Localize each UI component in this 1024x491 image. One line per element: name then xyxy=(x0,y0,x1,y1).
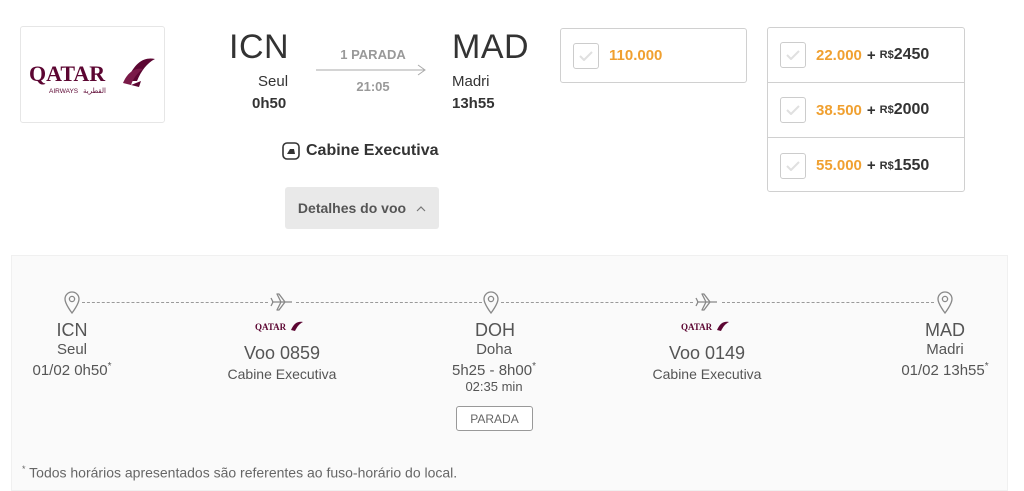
select-checkbox[interactable] xyxy=(780,97,806,123)
qatar-mini-logo: QATAR xyxy=(255,321,303,332)
svg-text:QATAR: QATAR xyxy=(681,322,713,332)
timeline-segment xyxy=(82,302,268,303)
price-option[interactable]: 55.000 + R$ 1550 xyxy=(768,138,964,193)
timeline-dest-date: 01/02 13h55* xyxy=(901,361,989,379)
check-icon xyxy=(579,50,593,61)
price-option[interactable]: 22.000 + R$ 2450 xyxy=(768,28,964,83)
airline-logo-box: QATAR AIRWAYS القطرية xyxy=(20,26,165,123)
plane-icon xyxy=(695,293,717,311)
flight-details-button[interactable]: Detalhes do voo xyxy=(285,187,439,229)
miles-only-price-option[interactable]: 110.000 xyxy=(560,28,747,83)
select-checkbox[interactable] xyxy=(780,152,806,179)
logo-subtitle: AIRWAYS xyxy=(49,88,79,95)
plus-sign: + xyxy=(866,101,876,119)
option-money: 2450 xyxy=(893,46,930,63)
dest-code: MAD xyxy=(452,28,530,66)
timeline-segment xyxy=(296,302,482,303)
details-button-label: Detalhes do voo xyxy=(297,200,407,216)
currency-symbol: R$ xyxy=(879,159,894,172)
layover-duration: 02:35 min xyxy=(465,379,523,394)
timeline-dest-city: Madri xyxy=(926,341,964,358)
logo-wordmark: QATAR xyxy=(29,61,106,86)
price-option[interactable]: 38.500 + R$ 2000 xyxy=(768,83,964,138)
logo-arabic: القطرية xyxy=(83,87,106,95)
qatar-mini-logo: QATAR xyxy=(681,321,729,332)
flight-number: Voo 0149 xyxy=(668,343,746,363)
select-checkbox[interactable] xyxy=(573,42,599,69)
chevron-up-icon xyxy=(416,205,426,211)
flight-duration: 21:05 xyxy=(356,79,390,94)
miles-plus-money-options: 22.000 + R$ 2450 38.500 + R$ 2000 55.000… xyxy=(767,27,965,192)
timezone-footnote: * Todos horários apresentados são refere… xyxy=(22,464,458,481)
origin-code: ICN xyxy=(229,28,290,66)
timeline-stop-code: DOH xyxy=(475,320,515,340)
seat-icon xyxy=(282,142,300,160)
location-pin-icon xyxy=(483,291,499,314)
location-pin-icon xyxy=(937,291,953,314)
cabin-label: Cabine Executiva xyxy=(306,142,439,159)
dest-time: 13h55 xyxy=(452,95,495,112)
timeline-origin-city: Seul xyxy=(56,341,88,358)
location-pin-icon xyxy=(64,291,80,314)
flight-cabin: Cabine Executiva xyxy=(227,366,337,382)
timeline-segment xyxy=(722,302,934,303)
timeline-origin-date: 01/02 0h50* xyxy=(32,361,112,379)
origin-time: 0h50 xyxy=(252,95,287,112)
timeline-segment xyxy=(501,302,693,303)
svg-text:QATAR: QATAR xyxy=(255,322,287,332)
plus-sign: + xyxy=(866,157,876,174)
qatar-airways-logo: QATAR AIRWAYS القطرية xyxy=(29,58,155,95)
flight-number: Voo 0859 xyxy=(243,343,321,363)
option-money: 2000 xyxy=(893,101,930,118)
route-arrow-icon xyxy=(316,64,426,76)
check-icon xyxy=(786,105,800,115)
check-icon xyxy=(786,50,800,60)
option-miles: 38.500 xyxy=(816,101,862,119)
check-icon xyxy=(786,160,800,171)
currency-symbol: R$ xyxy=(879,49,894,61)
origin-city: Seul xyxy=(258,73,289,90)
flight-cabin: Cabine Executiva xyxy=(652,366,762,382)
timeline-origin-code: ICN xyxy=(56,320,88,340)
select-checkbox[interactable] xyxy=(780,42,806,68)
plus-sign: + xyxy=(866,46,876,64)
option-miles: 55.000 xyxy=(816,157,862,174)
timeline-dest-code: MAD xyxy=(925,320,965,340)
miles-amount: 110.000 xyxy=(609,47,663,64)
timeline-stop-times: 5h25 - 8h00* xyxy=(452,361,536,379)
plane-icon xyxy=(270,293,292,311)
cabin-class: Cabine Executiva xyxy=(282,142,439,160)
stop-badge: PARADA xyxy=(456,406,533,431)
currency-symbol: R$ xyxy=(879,104,894,116)
stops-label: 1 PARADA xyxy=(340,47,406,62)
option-money: 1550 xyxy=(893,156,930,174)
dest-city: Madri xyxy=(452,73,490,90)
timeline-stop-city: Doha xyxy=(476,341,512,358)
option-miles: 22.000 xyxy=(816,46,862,64)
